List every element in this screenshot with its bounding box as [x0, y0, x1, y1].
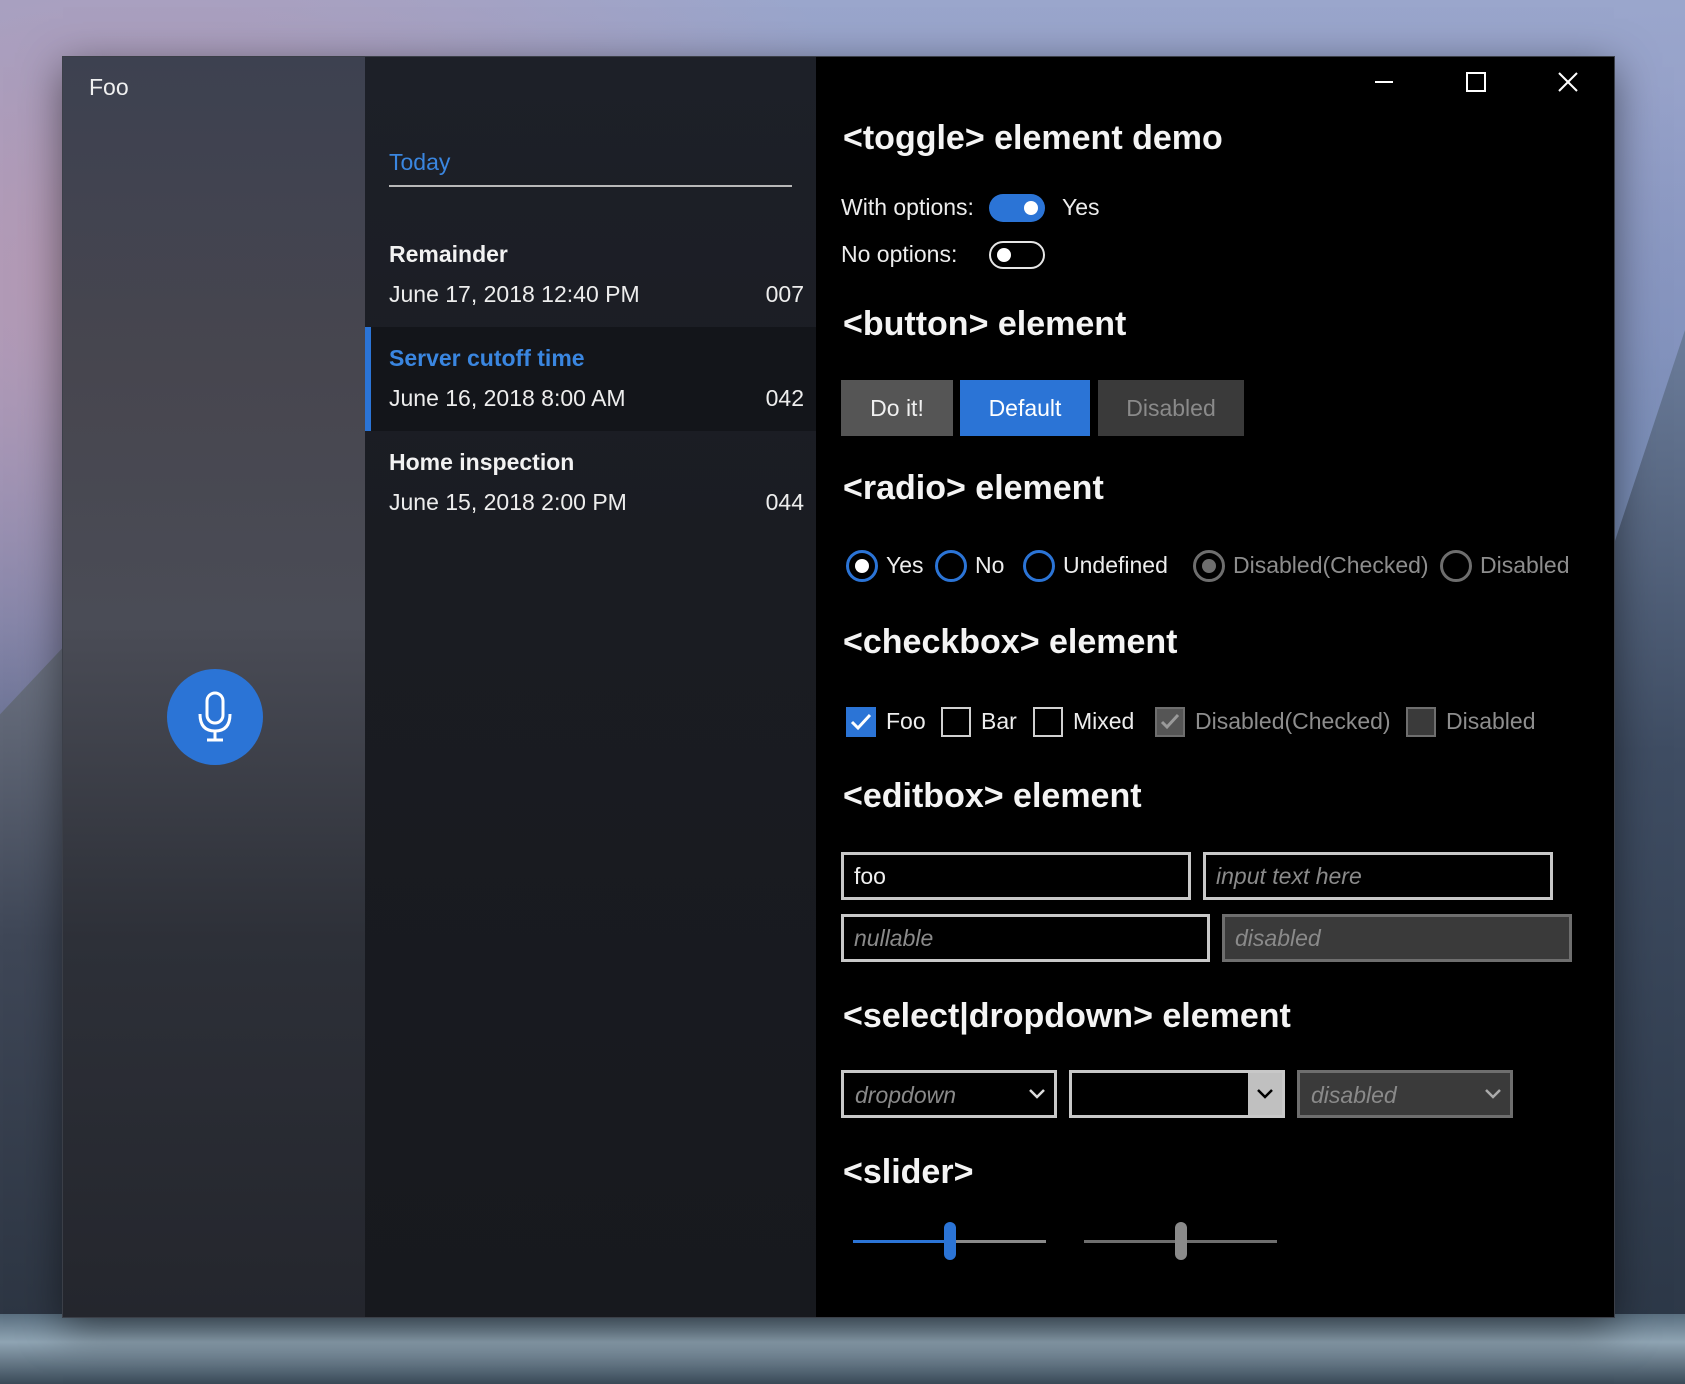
demo-pane: <toggle> element demo With options: Yes …	[816, 57, 1614, 1317]
radio-label: Yes	[886, 552, 924, 578]
default-button[interactable]: Default	[960, 380, 1090, 436]
checkbox-bar[interactable]	[941, 707, 971, 737]
with-options-toggle[interactable]	[989, 194, 1045, 222]
checkbox-disabled-checked	[1155, 707, 1185, 737]
chevron-down-icon	[1248, 1073, 1282, 1115]
list-item-number: 042	[765, 385, 804, 411]
list-item-date: June 17, 2018 12:40 PM	[389, 281, 640, 307]
do-it-button[interactable]: Do it!	[841, 380, 953, 436]
background-mountain-left	[0, 640, 70, 1384]
app-window: Foo Today Remainder June 17, 2018 12:40 …	[63, 57, 1614, 1317]
slider-thumb-disabled	[1174, 1222, 1187, 1260]
no-options-toggle[interactable]	[989, 241, 1045, 269]
checkbox-foo[interactable]	[846, 707, 876, 737]
checkbox-label: Foo	[886, 708, 926, 734]
minimize-button[interactable]	[1338, 57, 1430, 107]
dropdown-empty[interactable]	[1069, 1070, 1285, 1118]
maximize-icon	[1466, 72, 1486, 92]
slider-fill	[853, 1240, 950, 1243]
radio-label: Undefined	[1063, 552, 1168, 578]
checkbox-label: Disabled(Checked)	[1195, 708, 1391, 734]
left-pane: Foo	[63, 57, 365, 1317]
select-section-title: <select|dropdown> element	[843, 997, 1291, 1035]
list-item-selected[interactable]: Server cutoff time June 16, 2018 8:00 AM…	[365, 327, 816, 431]
disabled-button: Disabled	[1098, 380, 1244, 436]
microphone-button[interactable]	[167, 669, 263, 765]
slider-thumb[interactable]	[943, 1222, 956, 1260]
list-item-title: Remainder	[389, 241, 508, 267]
list-item-number: 007	[765, 281, 804, 307]
editbox-foo[interactable]	[841, 852, 1191, 900]
microphone-icon	[198, 691, 232, 742]
radio-yes[interactable]	[846, 550, 878, 582]
chevron-down-icon	[1476, 1073, 1510, 1115]
list-item-date: June 15, 2018 2:00 PM	[389, 489, 627, 515]
button-section-title: <button> element	[843, 305, 1127, 343]
checkmark-icon	[1160, 713, 1180, 730]
with-options-state: Yes	[1062, 194, 1100, 220]
radio-disabled-checked	[1193, 550, 1225, 582]
minimize-icon	[1375, 81, 1393, 83]
radio-label: Disabled(Checked)	[1233, 552, 1429, 578]
radio-section-title: <radio> element	[843, 469, 1104, 507]
list-header: Today	[389, 149, 792, 187]
list-item-title: Server cutoff time	[389, 345, 585, 371]
list-item[interactable]: Home inspection June 15, 2018 2:00 PM 04…	[365, 431, 816, 535]
no-options-label: No options:	[841, 241, 958, 267]
editbox-input-text[interactable]	[1203, 852, 1553, 900]
dropdown-text: disabled	[1311, 1082, 1397, 1108]
list-item[interactable]: Remainder June 17, 2018 12:40 PM 007	[365, 223, 816, 327]
toggle-knob	[1024, 201, 1038, 215]
dropdown-text: dropdown	[855, 1082, 957, 1108]
checkbox-mixed[interactable]	[1033, 707, 1063, 737]
dropdown-select[interactable]: dropdown	[841, 1070, 1057, 1118]
checkmark-icon	[850, 713, 872, 731]
checkbox-label: Bar	[981, 708, 1017, 734]
close-icon	[1558, 72, 1578, 92]
with-options-label: With options:	[841, 194, 974, 220]
radio-no[interactable]	[935, 550, 967, 582]
radio-undefined[interactable]	[1023, 550, 1055, 582]
editbox-section-title: <editbox> element	[843, 777, 1142, 815]
chevron-down-icon	[1020, 1073, 1054, 1115]
list-item-title: Home inspection	[389, 449, 575, 475]
editbox-nullable[interactable]	[841, 914, 1210, 962]
radio-label: No	[975, 552, 1005, 578]
background-water	[0, 1314, 1685, 1384]
radio-disabled	[1440, 550, 1472, 582]
checkbox-disabled	[1406, 707, 1436, 737]
background-mountain-right	[1615, 330, 1685, 1384]
list-item-number: 044	[765, 489, 804, 515]
editbox-disabled	[1222, 914, 1572, 962]
checkbox-label: Mixed	[1073, 708, 1135, 734]
maximize-button[interactable]	[1430, 57, 1522, 107]
close-button[interactable]	[1522, 57, 1614, 107]
list-pane: Today Remainder June 17, 2018 12:40 PM 0…	[365, 57, 816, 1317]
checkbox-section-title: <checkbox> element	[843, 623, 1178, 661]
toggle-section-title: <toggle> element demo	[843, 119, 1223, 157]
list-item-date: June 16, 2018 8:00 AM	[389, 385, 626, 411]
radio-label: Disabled	[1480, 552, 1570, 578]
toggle-knob	[997, 248, 1011, 262]
checkbox-label: Disabled	[1446, 708, 1536, 734]
app-title: Foo	[89, 74, 129, 100]
dropdown-disabled: disabled	[1297, 1070, 1513, 1118]
slider-section-title: <slider>	[843, 1153, 974, 1191]
selection-indicator	[365, 327, 371, 431]
